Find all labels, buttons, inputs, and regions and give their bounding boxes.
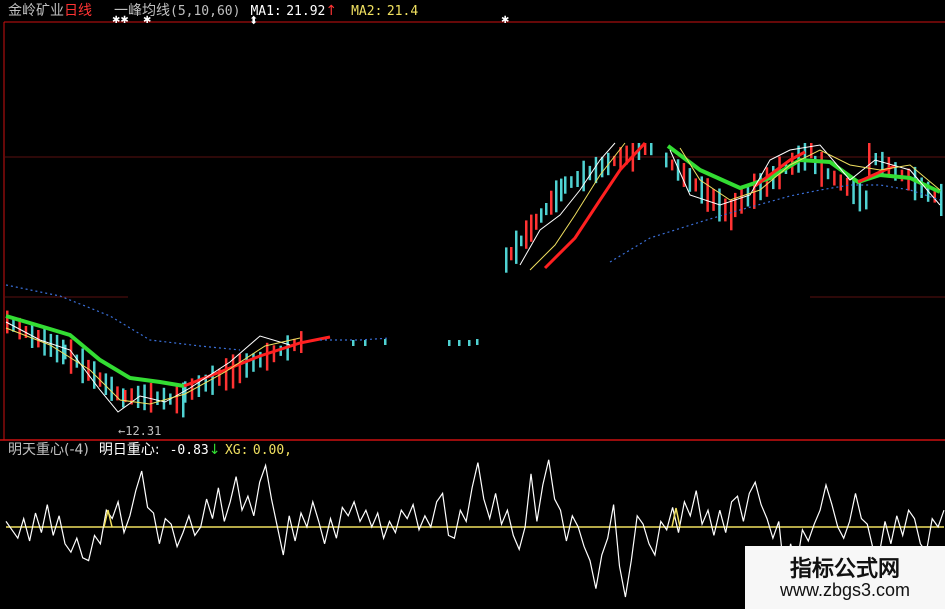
candle: [874, 153, 877, 166]
price-panel-header: 金岭矿业日线 一峰均线(5,10,60) MA1: 21.92↑ MA2: 21.4: [8, 1, 418, 21]
signal-mark: ⬍: [249, 14, 259, 27]
down-arrow-icon: ↓: [208, 442, 221, 458]
candle: [814, 155, 817, 175]
candle: [833, 170, 836, 186]
candle: [272, 345, 276, 363]
ma2-line: [529, 142, 626, 271]
candle: [162, 387, 166, 410]
candle: [858, 179, 862, 212]
candle: [688, 168, 692, 192]
ma2-label: MA2:: [351, 4, 383, 19]
candle: [211, 365, 214, 395]
xg-value: 0.00,: [252, 443, 293, 458]
chart-canvas[interactable]: [0, 0, 945, 609]
candle: [865, 190, 868, 210]
candle: [69, 339, 73, 374]
candlesticks: [6, 143, 943, 418]
signal-mark: ✱✱: [112, 15, 129, 26]
candle: [712, 189, 715, 211]
candle: [550, 190, 553, 215]
candle: [570, 176, 573, 188]
candle: [724, 198, 727, 222]
candle: [913, 166, 917, 201]
chart-frame: [0, 21, 945, 441]
candle: [476, 339, 479, 345]
candle: [64, 344, 67, 360]
candle: [352, 340, 355, 346]
candle: [468, 340, 471, 346]
candle: [650, 143, 653, 156]
candle: [940, 183, 943, 216]
candle: [810, 143, 813, 159]
candle: [920, 177, 923, 198]
candle: [820, 151, 823, 187]
candle: [706, 178, 709, 212]
signal-mark: ✱: [501, 15, 510, 26]
indicator-panel-name[interactable]: 明天重心(-4): [8, 442, 89, 458]
candle: [458, 340, 461, 346]
candle: [265, 342, 269, 371]
candle: [765, 167, 769, 197]
candle: [545, 203, 548, 216]
candle: [238, 353, 242, 384]
candle: [224, 358, 228, 391]
series-value: -0.83: [169, 443, 209, 458]
candle: [730, 199, 733, 231]
chart-period[interactable]: 日线: [64, 3, 92, 19]
candle: [852, 178, 855, 205]
indicator-params: (5,10,60): [170, 4, 241, 19]
moving-average-lines: [5, 141, 941, 413]
candle: [252, 353, 255, 372]
candle: [520, 235, 523, 247]
candle: [104, 373, 108, 395]
candle: [600, 156, 604, 178]
candle: [535, 213, 538, 230]
long-ma-red-segment: [183, 335, 331, 388]
series-label: 明日重心:: [98, 442, 160, 458]
candle: [868, 143, 871, 177]
candle: [384, 339, 387, 345]
candle: [734, 192, 737, 218]
low-price-annotation: ←12.31: [118, 424, 162, 438]
watermark-title: 指标公式网: [789, 557, 900, 582]
candle: [510, 247, 513, 261]
candle: [110, 376, 113, 401]
candle: [555, 180, 558, 213]
candle: [839, 174, 842, 191]
candle: [87, 359, 90, 381]
candle: [560, 178, 563, 202]
candle: [175, 385, 179, 414]
candle: [540, 208, 543, 223]
candle: [694, 178, 697, 192]
candle: [670, 159, 674, 171]
candle: [156, 391, 159, 405]
candle: [515, 230, 518, 264]
candle: [448, 340, 451, 346]
candle: [576, 171, 579, 187]
candle: [530, 214, 533, 242]
candle: [826, 168, 830, 180]
signal-mark: ✱: [143, 15, 152, 26]
candle: [845, 177, 849, 196]
ma2-value: 21.4: [386, 4, 419, 19]
xg-label: XG:: [224, 443, 249, 458]
candle: [564, 176, 567, 194]
watermark-url: www.zbgs3.com: [779, 580, 911, 600]
candle: [505, 247, 508, 273]
candle: [149, 382, 153, 413]
ma1-value: 21.92: [286, 4, 326, 19]
watermark: 指标公式网 www.zbgs3.com: [745, 546, 945, 609]
stock-name: 金岭矿业: [8, 3, 64, 19]
candle: [364, 340, 367, 346]
up-arrow-icon: ↑: [325, 3, 338, 19]
long-ma-dotted: [609, 184, 941, 263]
long-ma-dotted: [320, 337, 391, 341]
candle: [665, 152, 668, 168]
candle: [525, 220, 528, 249]
indicator-panel-header: 明天重心(-4) 明日重心: -0.83↓ XG: 0.00,: [8, 440, 292, 460]
